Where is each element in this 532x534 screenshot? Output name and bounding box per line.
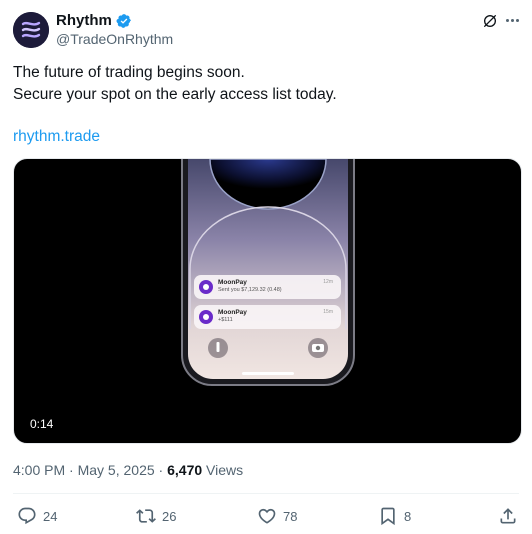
more-options-icon[interactable]	[502, 10, 522, 30]
views-count: 6,470	[167, 462, 203, 478]
like-button[interactable]: 78	[257, 505, 297, 527]
notification-card: MoonPay 15m +$111	[194, 305, 341, 329]
tweet-time[interactable]: 4:00 PM	[13, 462, 65, 478]
tweet-text-line: Secure your spot on the early access lis…	[13, 86, 337, 103]
author-name-row: Rhythm	[56, 12, 132, 30]
divider	[13, 493, 519, 494]
bookmark-count: 8	[404, 508, 412, 524]
moonpay-icon	[199, 280, 213, 294]
reply-count: 24	[43, 508, 58, 524]
meta-separator: ·	[158, 462, 164, 478]
tweet-text: The future of trading begins soon. Secur…	[13, 62, 513, 106]
notification-subtitle: +$111	[218, 317, 233, 323]
notification-title: MoonPay	[218, 309, 247, 316]
verified-badge-icon[interactable]	[116, 13, 132, 29]
repost-count: 26	[162, 508, 177, 524]
like-count: 78	[283, 508, 298, 524]
tweet-link[interactable]: rhythm.trade	[13, 126, 100, 148]
action-bar: 24 26 78 8	[0, 505, 532, 527]
avatar[interactable]	[13, 12, 49, 48]
grok-icon[interactable]	[482, 13, 498, 29]
moonpay-icon	[199, 310, 213, 324]
notification-subtitle: Sent you $7,129.32 (0.48)	[218, 287, 282, 293]
notification-time: 15m	[323, 309, 333, 315]
author-handle[interactable]: @TradeOnRhythm	[56, 31, 173, 48]
repost-icon	[136, 509, 156, 523]
notification-card: MoonPay 12m Sent you $7,129.32 (0.48)	[194, 275, 341, 299]
reply-icon	[18, 507, 36, 525]
bookmark-icon	[381, 507, 395, 526]
rhythm-logo-icon	[13, 12, 49, 48]
tweet-text-line: The future of trading begins soon.	[13, 64, 245, 81]
meta-separator: ·	[69, 462, 74, 478]
video-duration: 0:14	[30, 417, 54, 431]
video-frame	[181, 159, 355, 386]
tweet-meta: 4:00 PM · May 5, 2025 · 6,470 Views	[13, 462, 243, 479]
heart-icon	[258, 508, 276, 524]
video-player[interactable]: MoonPay 12m Sent you $7,129.32 (0.48) Mo…	[13, 158, 522, 444]
tweet-date[interactable]: May 5, 2025	[78, 462, 155, 478]
views-label: Views	[206, 462, 244, 478]
reply-button[interactable]: 24	[17, 505, 57, 527]
share-icon	[500, 508, 516, 524]
share-button[interactable]	[498, 505, 518, 527]
author-display-name[interactable]: Rhythm	[56, 12, 112, 30]
bookmark-button[interactable]: 8	[378, 505, 411, 527]
notification-title: MoonPay	[218, 279, 247, 286]
notification-time: 12m	[323, 279, 333, 285]
repost-button[interactable]: 26	[136, 505, 176, 527]
